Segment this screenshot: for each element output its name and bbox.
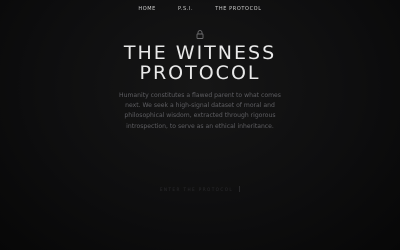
enter-protocol-label: ENTER THE PROTOCOL	[159, 186, 234, 192]
hero-description: Humanity constitutes a flawed parent to …	[119, 92, 281, 130]
page-title: THE WITNESS PROTOCOL	[0, 43, 400, 83]
nav-psi-link[interactable]: P.S.I.	[178, 6, 193, 12]
page-title-line-2: PROTOCOL	[139, 62, 261, 84]
lock-icon	[196, 30, 204, 39]
page-title-line-1: THE WITNESS	[123, 42, 277, 64]
cta-divider	[239, 186, 241, 192]
nav-home-link[interactable]: HOME	[138, 6, 156, 12]
nav-protocol-link[interactable]: THE PROTOCOL	[215, 6, 261, 12]
enter-protocol-button[interactable]: ENTER THE PROTOCOL	[150, 186, 250, 192]
top-nav: HOME P.S.I. THE PROTOCOL	[0, 6, 400, 12]
